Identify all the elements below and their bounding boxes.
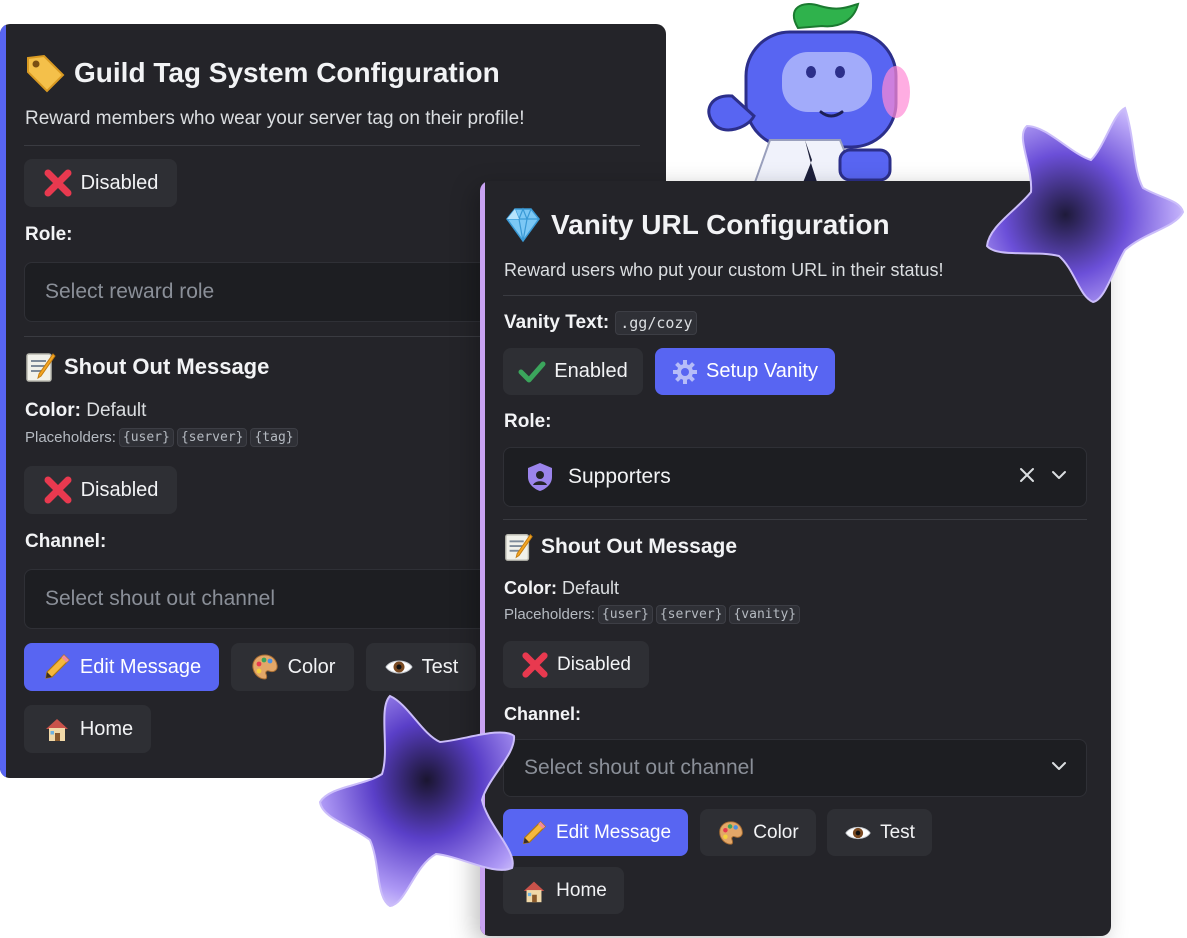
channel-label: Channel: (504, 704, 582, 724)
house-icon (520, 877, 548, 905)
vanity-panel-title: Vanity URL Configuration (503, 205, 890, 245)
placeholder-code: {user} (118, 428, 174, 447)
guild-status-button[interactable]: Disabled (24, 159, 177, 207)
placeholder-code: {vanity} (729, 605, 801, 624)
test-button[interactable]: Test (366, 643, 476, 691)
eye-icon (844, 819, 872, 847)
clear-icon[interactable] (1018, 464, 1036, 490)
vanity-status-button[interactable]: Enabled (503, 348, 643, 395)
memo-icon (505, 534, 533, 561)
eye-icon (384, 652, 414, 682)
placeholders-label: Placeholders: (25, 429, 116, 446)
home-button[interactable]: Home (24, 705, 151, 753)
role-label: Role: (25, 224, 73, 245)
select-placeholder: Select shout out channel (524, 756, 754, 779)
color-line: Color: Default (25, 400, 146, 422)
guild-panel-title: Guild Tag System Configuration (24, 52, 500, 94)
select-controls (1050, 740, 1068, 796)
vanity-panel-description: Reward users who put your custom URL in … (504, 260, 944, 280)
home-button[interactable]: Home (503, 867, 624, 914)
check-mark-icon (518, 361, 546, 382)
select-controls (1018, 448, 1068, 506)
role-select[interactable]: Supporters (503, 447, 1087, 507)
test-button[interactable]: Test (827, 809, 932, 856)
divider (503, 519, 1087, 520)
placeholder-code: {server} (176, 428, 248, 447)
channel-label: Channel: (25, 531, 107, 552)
edit-message-button[interactable]: Edit Message (24, 643, 219, 691)
role-label: Role: (504, 411, 552, 432)
placeholder-code: {server} (655, 605, 727, 624)
placeholders-label: Placeholders: (504, 606, 595, 623)
placeholder-code: {tag} (250, 428, 298, 447)
chevron-down-icon[interactable] (1050, 464, 1068, 490)
select-placeholder: Select shout out channel (45, 587, 275, 610)
vanity-text-value: .gg/cozy (615, 311, 698, 335)
role-shield-icon (528, 463, 552, 491)
color-line: Color: Default (504, 578, 619, 599)
color-value: Default (86, 400, 147, 421)
color-label: Color: (504, 578, 557, 598)
divider (503, 295, 1087, 296)
color-label: Color: (25, 400, 81, 421)
memo-icon (26, 353, 56, 382)
placeholders-line: Placeholders: {user} {server} {tag} (25, 428, 298, 447)
house-icon (42, 714, 72, 744)
pencil-icon (520, 819, 548, 847)
gear-icon (673, 359, 698, 384)
vanity-text-line: Vanity Text: .gg/cozy (504, 311, 698, 335)
cross-mark-icon (44, 476, 72, 504)
shout-status-button[interactable]: Disabled (503, 641, 649, 688)
shout-out-heading: Shout Out Message (24, 350, 269, 384)
cross-mark-icon (522, 651, 548, 678)
panel-accent-bar (0, 24, 6, 778)
placeholders-line: Placeholders: {user} {server} {vanity} (504, 605, 801, 624)
panel-accent-bar (480, 181, 485, 936)
shout-out-heading: Shout Out Message (503, 531, 737, 563)
role-select-value: Supporters (568, 465, 671, 488)
shout-status-button[interactable]: Disabled (24, 466, 177, 514)
placeholder-code: {user} (597, 605, 653, 624)
palette-icon (250, 652, 280, 682)
color-value: Default (562, 578, 620, 598)
mascot-robot-illustration (707, 2, 910, 185)
label-tag-icon (27, 54, 65, 93)
color-button[interactable]: Color (700, 809, 816, 856)
select-placeholder: Select reward role (45, 280, 215, 303)
shout-channel-select[interactable]: Select shout out channel (503, 739, 1087, 797)
divider (24, 145, 640, 146)
vanity-text-label: Vanity Text: (504, 312, 610, 333)
cross-mark-icon (44, 169, 72, 197)
edit-message-button[interactable]: Edit Message (503, 809, 688, 856)
vanity-url-panel: Vanity URL Configuration Reward users wh… (480, 181, 1111, 936)
palette-icon (717, 819, 745, 847)
gem-icon (506, 207, 540, 243)
chevron-down-icon[interactable] (1050, 755, 1068, 781)
color-button[interactable]: Color (231, 643, 354, 691)
pencil-icon (42, 652, 72, 682)
guild-panel-description: Reward members who wear your server tag … (25, 108, 525, 129)
setup-vanity-button[interactable]: Setup Vanity (655, 348, 835, 395)
